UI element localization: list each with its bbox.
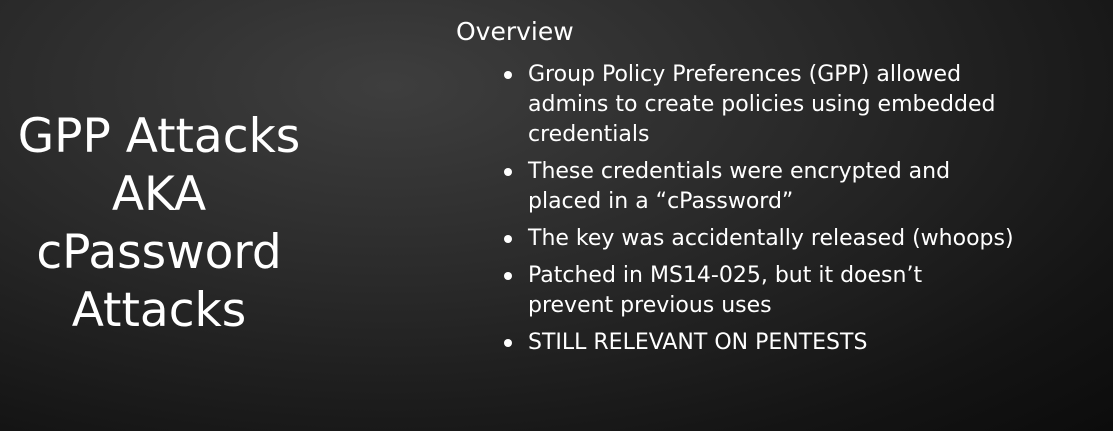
overview-heading: Overview (456, 17, 574, 46)
bullet-text-line: Patched in MS14-025, but it doesn’t (528, 263, 923, 288)
bullet-list: Group Policy Preferences (GPP) allowed a… (456, 60, 1106, 358)
bullet-text-line: These credentials were encrypted and (528, 159, 951, 184)
bullet-item: Group Policy Preferences (GPP) allowed a… (500, 60, 1106, 150)
bullet-text-line: placed in a “cPassword” (528, 189, 794, 214)
slide-title: GPP Attacks AKA cPassword Attacks (0, 108, 318, 340)
bullet-item: Patched in MS14-025, but it doesn’t prev… (500, 261, 1106, 321)
slide-title-line-3: cPassword (36, 225, 282, 280)
bullet-text-line: Group Policy Preferences (GPP) allowed (528, 62, 962, 87)
bullet-dot-icon (504, 272, 512, 280)
bullet-text-line: The key was accidentally released (whoop… (528, 226, 1014, 251)
slide: GPP Attacks AKA cPassword Attacks Overvi… (0, 0, 1113, 431)
content-panel: Overview Group Policy Preferences (GPP) … (456, 14, 1106, 365)
bullet-text-line: prevent previous uses (528, 293, 772, 318)
bullet-text-line: STILL RELEVANT ON PENTESTS (528, 330, 868, 355)
bullet-item: STILL RELEVANT ON PENTESTS (500, 328, 1106, 358)
bullet-item: The key was accidentally released (whoop… (500, 224, 1106, 254)
bullet-text-line: admins to create policies using embedded (528, 92, 996, 117)
slide-title-line-4: Attacks (71, 283, 247, 338)
bullet-dot-icon (504, 168, 512, 176)
bullet-text-line: credentials (528, 122, 650, 147)
bullet-item: These credentials were encrypted and pla… (500, 157, 1106, 217)
bullet-dot-icon (504, 71, 512, 79)
slide-title-line-2: AKA (111, 167, 207, 222)
bullet-dot-icon (504, 339, 512, 347)
bullet-dot-icon (504, 235, 512, 243)
slide-title-line-1: GPP Attacks (17, 109, 301, 164)
